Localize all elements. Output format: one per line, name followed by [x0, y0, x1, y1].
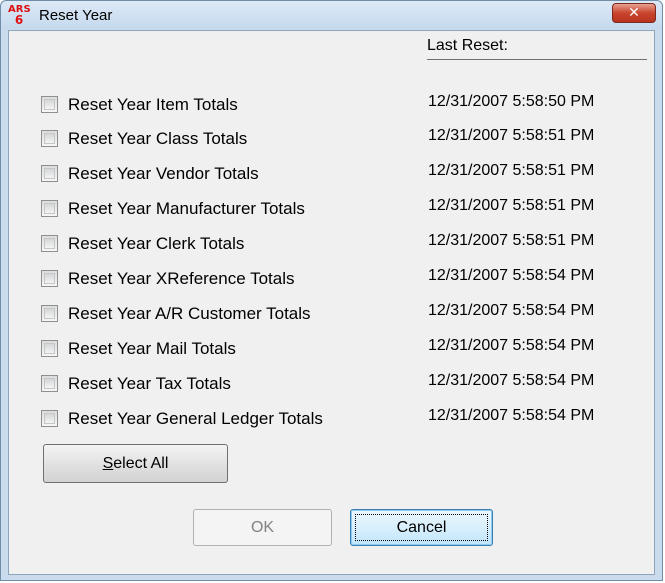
checkbox[interactable] [41, 305, 58, 322]
close-button[interactable]: ✕ [612, 3, 656, 23]
last-reset-value: 12/31/2007 5:58:54 PM [428, 337, 595, 354]
checkbox-label[interactable]: Reset Year A/R Customer Totals [68, 304, 311, 324]
checkbox[interactable] [41, 96, 58, 113]
checkbox-label[interactable]: Reset Year Mail Totals [68, 339, 236, 359]
reset-row-manufacturer: Reset Year Manufacturer Totals 12/31/200… [41, 197, 641, 219]
select-all-button[interactable]: Select All [43, 444, 228, 483]
window-title: Reset Year [39, 7, 113, 24]
reset-row-item: Reset Year Item Totals 12/31/2007 5:58:5… [41, 93, 641, 115]
title-bar[interactable]: ARS 6 Reset Year ✕ [1, 1, 662, 29]
reset-row-mail: Reset Year Mail Totals 12/31/2007 5:58:5… [41, 337, 641, 359]
checkbox-label[interactable]: Reset Year Manufacturer Totals [68, 199, 305, 219]
checkbox[interactable] [41, 410, 58, 427]
last-reset-header: Last Reset: [427, 37, 508, 54]
last-reset-value: 12/31/2007 5:58:54 PM [428, 302, 595, 319]
checkbox-label[interactable]: Reset Year XReference Totals [68, 269, 295, 289]
dialog-body: Last Reset: Reset Year Item Totals 12/31… [8, 30, 655, 575]
checkbox-label[interactable]: Reset Year General Ledger Totals [68, 409, 323, 429]
checkbox-label[interactable]: Reset Year Vendor Totals [68, 164, 259, 184]
checkbox[interactable] [41, 165, 58, 182]
checkbox-label[interactable]: Reset Year Item Totals [68, 95, 238, 115]
reset-row-tax: Reset Year Tax Totals 12/31/2007 5:58:54… [41, 372, 641, 394]
checkbox-label[interactable]: Reset Year Class Totals [68, 129, 247, 149]
ars-app-icon: ARS 6 [8, 4, 31, 27]
last-reset-value: 12/31/2007 5:58:51 PM [428, 162, 595, 179]
checkbox[interactable] [41, 270, 58, 287]
reset-row-vendor: Reset Year Vendor Totals 12/31/2007 5:58… [41, 162, 641, 184]
checkbox-label[interactable]: Reset Year Tax Totals [68, 374, 231, 394]
last-reset-value: 12/31/2007 5:58:51 PM [428, 232, 595, 249]
header-divider [427, 59, 647, 60]
checkbox[interactable] [41, 200, 58, 217]
close-icon: ✕ [628, 5, 640, 21]
checkbox-label[interactable]: Reset Year Clerk Totals [68, 234, 244, 254]
reset-row-class: Reset Year Class Totals 12/31/2007 5:58:… [41, 127, 641, 149]
reset-row-ar-customer: Reset Year A/R Customer Totals 12/31/200… [41, 302, 641, 324]
reset-row-clerk: Reset Year Clerk Totals 12/31/2007 5:58:… [41, 232, 641, 254]
last-reset-value: 12/31/2007 5:58:50 PM [428, 93, 595, 110]
checkbox[interactable] [41, 340, 58, 357]
last-reset-value: 12/31/2007 5:58:54 PM [428, 372, 595, 389]
last-reset-value: 12/31/2007 5:58:54 PM [428, 407, 595, 424]
checkbox[interactable] [41, 375, 58, 392]
last-reset-value: 12/31/2007 5:58:54 PM [428, 267, 595, 284]
checkbox[interactable] [41, 130, 58, 147]
last-reset-value: 12/31/2007 5:58:51 PM [428, 127, 595, 144]
reset-row-general-ledger: Reset Year General Ledger Totals 12/31/2… [41, 407, 641, 429]
checkbox[interactable] [41, 235, 58, 252]
ok-button[interactable]: OK [193, 509, 332, 546]
cancel-button[interactable]: Cancel [350, 509, 493, 546]
reset-row-xreference: Reset Year XReference Totals 12/31/2007 … [41, 267, 641, 289]
reset-year-dialog: ARS 6 Reset Year ✕ Last Reset: Reset Yea… [0, 0, 663, 581]
last-reset-value: 12/31/2007 5:58:51 PM [428, 197, 595, 214]
